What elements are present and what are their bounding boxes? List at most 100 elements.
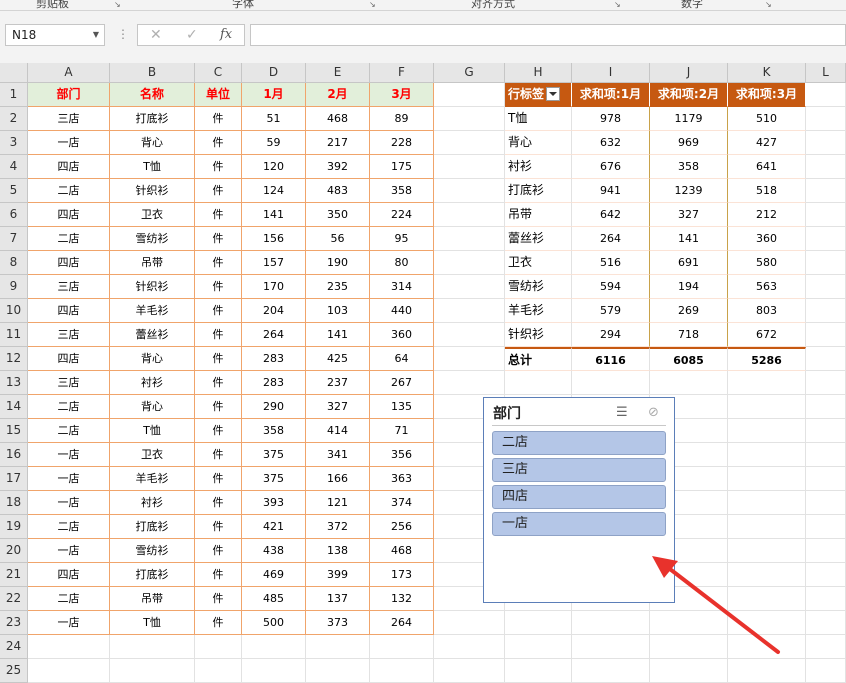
source-data-cell[interactable]: 一店 <box>28 443 110 467</box>
cell[interactable] <box>572 371 650 395</box>
pivot-value-cell[interactable]: 579 <box>572 299 650 323</box>
source-data-cell[interactable]: 356 <box>370 443 434 467</box>
source-data-cell[interactable]: 件 <box>195 491 242 515</box>
cell[interactable] <box>728 563 806 587</box>
source-data-cell[interactable]: 二店 <box>28 587 110 611</box>
source-data-cell[interactable]: 228 <box>370 131 434 155</box>
source-data-cell[interactable]: 327 <box>306 395 370 419</box>
cell[interactable] <box>806 299 846 323</box>
cell[interactable] <box>806 179 846 203</box>
source-data-cell[interactable]: 103 <box>306 299 370 323</box>
row-header[interactable]: 6 <box>0 203 28 227</box>
source-data-cell[interactable]: 80 <box>370 251 434 275</box>
cell[interactable] <box>806 611 846 635</box>
cell[interactable] <box>650 659 728 683</box>
cell[interactable] <box>434 659 505 683</box>
source-data-cell[interactable]: 衬衫 <box>110 491 195 515</box>
pivot-value-cell[interactable]: 594 <box>572 275 650 299</box>
more-options-icon[interactable]: ⋮ <box>117 27 129 41</box>
cell[interactable] <box>806 323 846 347</box>
row-header[interactable]: 11 <box>0 323 28 347</box>
cell[interactable] <box>110 635 195 659</box>
source-data-cell[interactable]: 358 <box>370 179 434 203</box>
pivot-value-cell[interactable]: 212 <box>728 203 806 227</box>
cell[interactable] <box>650 611 728 635</box>
row-header[interactable]: 8 <box>0 251 28 275</box>
cell[interactable] <box>728 659 806 683</box>
source-data-cell[interactable]: 190 <box>306 251 370 275</box>
row-header[interactable]: 24 <box>0 635 28 659</box>
source-data-cell[interactable]: 392 <box>306 155 370 179</box>
cell[interactable] <box>195 635 242 659</box>
cell[interactable] <box>728 611 806 635</box>
cell[interactable] <box>806 659 846 683</box>
column-header[interactable]: I <box>572 63 650 83</box>
source-data-cell[interactable]: 二店 <box>28 395 110 419</box>
cell[interactable] <box>434 155 505 179</box>
cell[interactable] <box>434 323 505 347</box>
cell[interactable] <box>650 635 728 659</box>
pivot-total-value[interactable]: 6116 <box>572 347 650 371</box>
pivot-value-cell[interactable]: 327 <box>650 203 728 227</box>
source-data-cell[interactable]: 89 <box>370 107 434 131</box>
slicer-item[interactable]: 二店 <box>492 431 666 455</box>
source-data-cell[interactable]: 375 <box>242 467 306 491</box>
cell[interactable] <box>370 659 434 683</box>
source-data-cell[interactable]: 件 <box>195 539 242 563</box>
cell[interactable] <box>434 179 505 203</box>
source-data-cell[interactable]: 件 <box>195 419 242 443</box>
source-header-cell[interactable]: 单位 <box>195 83 242 107</box>
source-data-cell[interactable]: 件 <box>195 443 242 467</box>
source-header-cell[interactable]: 部门 <box>28 83 110 107</box>
cell[interactable] <box>434 347 505 371</box>
source-data-cell[interactable]: 三店 <box>28 275 110 299</box>
cell[interactable] <box>505 611 572 635</box>
row-header[interactable]: 3 <box>0 131 28 155</box>
source-data-cell[interactable]: 500 <box>242 611 306 635</box>
source-data-cell[interactable]: 421 <box>242 515 306 539</box>
source-data-cell[interactable]: 51 <box>242 107 306 131</box>
cell[interactable] <box>195 659 242 683</box>
pivot-value-cell[interactable]: 510 <box>728 107 806 131</box>
cell[interactable] <box>806 491 846 515</box>
source-data-cell[interactable]: 314 <box>370 275 434 299</box>
cell[interactable] <box>806 347 846 371</box>
cell[interactable] <box>728 635 806 659</box>
source-data-cell[interactable]: 吊带 <box>110 251 195 275</box>
source-data-cell[interactable]: 衬衫 <box>110 371 195 395</box>
cell[interactable] <box>806 443 846 467</box>
cell[interactable] <box>242 635 306 659</box>
cell[interactable] <box>306 635 370 659</box>
source-data-cell[interactable]: 打底衫 <box>110 563 195 587</box>
source-data-cell[interactable]: 件 <box>195 467 242 491</box>
row-header[interactable]: 5 <box>0 179 28 203</box>
source-data-cell[interactable]: 71 <box>370 419 434 443</box>
row-header[interactable]: 20 <box>0 539 28 563</box>
row-header[interactable]: 2 <box>0 107 28 131</box>
source-data-cell[interactable]: 件 <box>195 155 242 179</box>
source-data-cell[interactable]: 468 <box>306 107 370 131</box>
source-data-cell[interactable]: 373 <box>306 611 370 635</box>
cell[interactable] <box>806 83 846 107</box>
cell[interactable] <box>242 659 306 683</box>
pivot-row-label[interactable]: 蕾丝衫 <box>505 227 572 251</box>
pivot-total-value[interactable]: 5286 <box>728 347 806 371</box>
source-data-cell[interactable]: 二店 <box>28 227 110 251</box>
cell[interactable] <box>728 587 806 611</box>
row-header[interactable]: 7 <box>0 227 28 251</box>
source-data-cell[interactable]: 363 <box>370 467 434 491</box>
source-data-cell[interactable]: 背心 <box>110 347 195 371</box>
row-header[interactable]: 21 <box>0 563 28 587</box>
cell[interactable] <box>650 371 728 395</box>
source-data-cell[interactable]: 59 <box>242 131 306 155</box>
source-data-cell[interactable]: 283 <box>242 371 306 395</box>
source-header-cell[interactable]: 名称 <box>110 83 195 107</box>
source-data-cell[interactable]: 264 <box>370 611 434 635</box>
cell[interactable] <box>806 131 846 155</box>
slicer-item[interactable]: 四店 <box>492 485 666 509</box>
source-header-cell[interactable]: 2月 <box>306 83 370 107</box>
cell[interactable] <box>728 539 806 563</box>
source-data-cell[interactable]: 二店 <box>28 515 110 539</box>
row-header[interactable]: 14 <box>0 395 28 419</box>
source-data-cell[interactable]: 175 <box>370 155 434 179</box>
